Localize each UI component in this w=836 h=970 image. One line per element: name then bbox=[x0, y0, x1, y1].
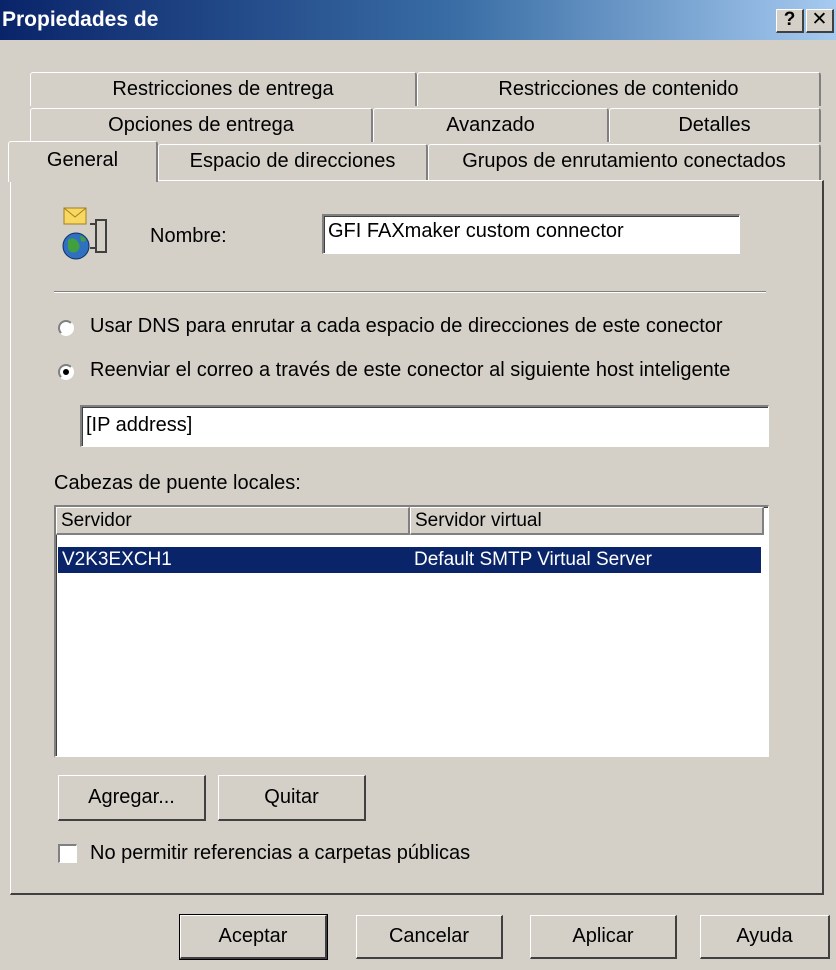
tab-avanzado[interactable]: Avanzado bbox=[373, 108, 609, 142]
table-row[interactable]: V2K3EXCH1 Default SMTP Virtual Server bbox=[58, 547, 761, 573]
radio-dot bbox=[63, 369, 69, 375]
add-button[interactable]: Agregar... bbox=[58, 775, 206, 821]
column-header-server[interactable]: Servidor bbox=[56, 507, 410, 535]
tab-general[interactable]: General bbox=[8, 141, 158, 182]
name-label: Nombre: bbox=[150, 225, 227, 247]
bridgeheads-label: Cabezas de puente locales: bbox=[54, 472, 301, 494]
radio-use-dns[interactable] bbox=[58, 320, 74, 336]
tab-restricciones-contenido[interactable]: Restricciones de contenido bbox=[417, 72, 821, 106]
tab-opciones-entrega[interactable]: Opciones de entrega bbox=[30, 108, 373, 142]
radio-smarthost-label[interactable]: Reenviar el correo a través de este cone… bbox=[90, 359, 730, 382]
cancel-button[interactable]: Cancelar bbox=[356, 915, 503, 959]
close-button[interactable]: ✕ bbox=[806, 9, 834, 33]
window-title: Propiedades de bbox=[2, 8, 159, 31]
tab-restricciones-entrega[interactable]: Restricciones de entrega bbox=[30, 72, 417, 106]
ok-button[interactable]: Aceptar bbox=[179, 914, 328, 960]
public-folder-checkbox-label[interactable]: No permitir referencias a carpetas públi… bbox=[90, 842, 470, 865]
radio-smarthost[interactable] bbox=[58, 364, 74, 380]
separator bbox=[54, 291, 766, 293]
name-field[interactable]: GFI FAXmaker custom connector bbox=[322, 214, 740, 254]
mail-globe-connector-icon bbox=[60, 206, 116, 262]
help-footer-button[interactable]: Ayuda bbox=[700, 915, 830, 959]
tab-espacio-direcciones[interactable]: Espacio de direcciones bbox=[158, 144, 428, 180]
tab-grupos-enrutamiento[interactable]: Grupos de enrutamiento conectados bbox=[428, 144, 821, 180]
help-button[interactable]: ? bbox=[776, 9, 804, 33]
tab-detalles[interactable]: Detalles bbox=[609, 108, 821, 142]
bridgeheads-list[interactable]: Servidor Servidor virtual V2K3EXCH1 Defa… bbox=[54, 505, 769, 757]
radio-use-dns-label[interactable]: Usar DNS para enrutar a cada espacio de … bbox=[90, 315, 723, 338]
cell-server: V2K3EXCH1 bbox=[62, 549, 172, 570]
public-folder-checkbox[interactable] bbox=[58, 844, 77, 863]
column-header-virtual-server[interactable]: Servidor virtual bbox=[410, 507, 764, 535]
cell-virtual-server: Default SMTP Virtual Server bbox=[414, 549, 652, 570]
remove-button[interactable]: Quitar bbox=[218, 775, 366, 821]
apply-button[interactable]: Aplicar bbox=[530, 915, 677, 959]
smarthost-field[interactable]: [IP address] bbox=[80, 405, 769, 447]
